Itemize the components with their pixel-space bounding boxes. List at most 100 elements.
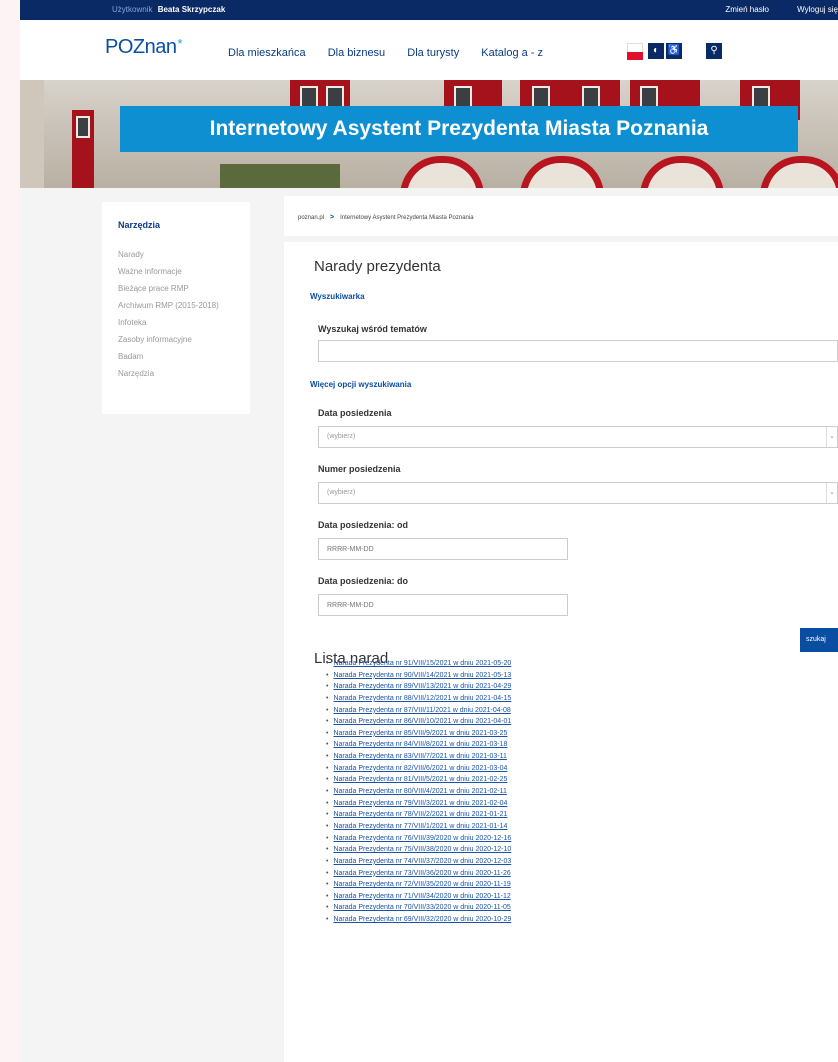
user-label: Użytkownik — [112, 5, 153, 14]
contrast-icon[interactable]: ◐ — [648, 43, 664, 59]
number-select[interactable]: (wybierz) ⌄ — [318, 482, 838, 504]
meeting-link[interactable]: Narada Prezydenta nr 77/VIII/1/2021 w dn… — [333, 823, 507, 830]
change-password-link[interactable]: Zmień hasło — [725, 5, 769, 14]
date-select[interactable]: (wybierz) ⌄ — [318, 426, 838, 448]
bullet: • — [326, 811, 329, 819]
sidebar-item-current-rmp[interactable]: Bieżące prace RMP — [118, 280, 219, 297]
bullet: • — [326, 892, 329, 900]
list-item: • Narada Prezydenta nr 83/VIII/7/2021 w d… — [326, 751, 511, 763]
meeting-link[interactable]: Narada Prezydenta nr 82/VIII/6/2021 w dn… — [333, 765, 507, 772]
breadcrumb-current[interactable]: Internetowy Asystent Prezydenta Miasta P… — [340, 215, 473, 221]
bullet: • — [326, 916, 329, 924]
poznan-logo[interactable]: POZnan* — [105, 36, 183, 59]
date-from-input[interactable] — [318, 538, 568, 560]
topic-search-label: Wyszukaj wśród tematów — [318, 324, 427, 334]
meeting-link[interactable]: Narada Prezydenta nr 81/VIII/5/2021 w dn… — [333, 776, 507, 783]
polish-flag-icon[interactable] — [627, 43, 643, 60]
nav-item-residents[interactable]: Dla mieszkańca — [228, 47, 306, 59]
main-content: Narady prezydenta Wyszukiwarka Wyszukaj … — [284, 242, 838, 1062]
bullet: • — [326, 764, 329, 772]
nav-item-tourists[interactable]: Dla turysty — [407, 47, 459, 59]
nav-item-business[interactable]: Dla biznesu — [328, 47, 385, 59]
bullet: • — [326, 694, 329, 702]
meeting-link[interactable]: Narada Prezydenta nr 90/VIII/14/2021 w d… — [333, 672, 511, 679]
date-from-label: Data posiedzenia: od — [318, 520, 409, 530]
chevron-down-icon: ⌄ — [826, 427, 837, 447]
search-button[interactable]: szukaj — [800, 628, 838, 652]
bullet: • — [326, 660, 329, 667]
sidebar-item-archive-rmp[interactable]: Archiwum RMP (2015-2018) — [118, 297, 219, 314]
topic-search-input[interactable] — [318, 340, 838, 362]
meeting-link[interactable]: Narada Prezydenta nr 71/VIII/34/2020 w d… — [333, 893, 510, 900]
user-info: Użytkownik Beata Skrzypczak — [112, 0, 225, 20]
meeting-link[interactable]: Narada Prezydenta nr 91/VIII/15/2021 w d… — [333, 660, 511, 667]
list-item: • Narada Prezydenta nr 78/VIII/2/2021 w d… — [326, 809, 511, 821]
list-item: • Narada Prezydenta nr 88/VIII/12/2021 w … — [326, 693, 511, 705]
bullet: • — [326, 683, 329, 691]
number-select-value: (wybierz) — [327, 489, 356, 496]
list-item: • Narada Prezydenta nr 86/VIII/10/2021 w … — [326, 716, 511, 728]
bullet: • — [326, 671, 329, 679]
list-item: • Narada Prezydenta nr 73/VIII/36/2020 w … — [326, 868, 511, 880]
list-item: • Narada Prezydenta nr 77/VIII/1/2021 w d… — [326, 821, 511, 833]
logo-star-icon: * — [177, 36, 183, 51]
list-item: • Narada Prezydenta nr 71/VIII/34/2020 w … — [326, 891, 511, 903]
meeting-link[interactable]: Narada Prezydenta nr 86/VIII/10/2021 w d… — [333, 718, 511, 725]
meeting-link[interactable]: Narada Prezydenta nr 80/VIII/4/2021 w dn… — [333, 788, 506, 795]
list-item: • Narada Prezydenta nr 84/VIII/8/2021 w d… — [326, 739, 511, 751]
page-title: Narady prezydenta — [314, 258, 441, 275]
meeting-link[interactable]: Narada Prezydenta nr 69/VIII/32/2020 w d… — [333, 916, 511, 923]
list-item: • Narada Prezydenta nr 91/VIII/15/2021 w … — [326, 658, 511, 670]
meeting-link[interactable]: Narada Prezydenta nr 87/VIII/11/2021 w d… — [333, 707, 510, 714]
account-links: Zmień hasło Wyloguj się — [699, 0, 838, 20]
meeting-link[interactable]: Narada Prezydenta nr 89/VIII/13/2021 w d… — [333, 683, 511, 690]
search-section-link[interactable]: Wyszukiwarka — [310, 292, 365, 301]
number-select-label: Numer posiedzenia — [318, 464, 401, 474]
bullet: • — [326, 869, 329, 877]
meeting-link[interactable]: Narada Prezydenta nr 73/VIII/36/2020 w d… — [333, 870, 510, 877]
list-item: • Narada Prezydenta nr 80/VIII/4/2021 w d… — [326, 786, 511, 798]
meeting-link[interactable]: Narada Prezydenta nr 85/VIII/9/2021 w dn… — [333, 730, 507, 737]
sidebar-item-tools[interactable]: Narzędzia — [118, 365, 219, 382]
site-header: POZnan* Dla mieszkańca Dla biznesu Dla t… — [20, 20, 838, 80]
meeting-link[interactable]: Narada Prezydenta nr 76/VIII/39/2020 w d… — [333, 835, 511, 842]
meeting-link[interactable]: Narada Prezydenta nr 79/VIII/3/2021 w dn… — [333, 800, 507, 807]
meeting-link[interactable]: Narada Prezydenta nr 88/VIII/12/2021 w d… — [333, 695, 511, 702]
more-options-link[interactable]: Więcej opcji wyszukiwania — [310, 380, 411, 389]
accessibility-icon[interactable]: ♿ — [666, 43, 682, 59]
meeting-link[interactable]: Narada Prezydenta nr 75/VIII/38/2020 w d… — [333, 846, 511, 853]
meeting-link[interactable]: Narada Prezydenta nr 78/VIII/2/2021 w dn… — [333, 811, 507, 818]
sidebar-item-important-info[interactable]: Ważne informacje — [118, 263, 219, 280]
nav-item-catalog[interactable]: Katalog a - z — [481, 47, 543, 59]
sidebar-item-resources[interactable]: Zasoby informacyjne — [118, 331, 219, 348]
logo-text: POZnan — [105, 36, 177, 58]
list-item: • Narada Prezydenta nr 75/VIII/38/2020 w … — [326, 844, 511, 856]
list-item: • Narada Prezydenta nr 72/VIII/35/2020 w … — [326, 879, 511, 891]
bullet: • — [326, 788, 329, 796]
date-to-input[interactable] — [318, 594, 568, 616]
bullet: • — [326, 822, 329, 830]
bullet: • — [326, 834, 329, 842]
bullet: • — [326, 881, 329, 889]
list-item: • Narada Prezydenta nr 70/VIII/33/2020 w … — [326, 902, 511, 914]
meeting-link[interactable]: Narada Prezydenta nr 70/VIII/33/2020 w d… — [333, 904, 510, 911]
meeting-link[interactable]: Narada Prezydenta nr 83/VIII/7/2021 w dn… — [333, 753, 506, 760]
main-nav: Dla mieszkańca Dla biznesu Dla turysty K… — [228, 47, 562, 59]
list-item: • Narada Prezydenta nr 81/VIII/5/2021 w d… — [326, 774, 511, 786]
bullet: • — [326, 706, 329, 714]
sidebar-item-infoteka[interactable]: Infoteka — [118, 314, 219, 331]
sidebar-item-badam[interactable]: Badam — [118, 348, 219, 365]
meeting-link[interactable]: Narada Prezydenta nr 74/VIII/37/2020 w d… — [333, 858, 511, 865]
breadcrumb-separator-icon: > — [330, 214, 335, 221]
bullet: • — [326, 799, 329, 807]
sidebar-item-narady[interactable]: Narady — [118, 246, 219, 263]
sidebar: Narzędzia Narady Ważne informacje Bieżąc… — [102, 202, 250, 414]
breadcrumb-home[interactable]: poznan.pl — [298, 215, 324, 221]
search-icon[interactable]: ⚲ — [706, 43, 722, 59]
meetings-list: • Narada Prezydenta nr 91/VIII/15/2021 w … — [326, 658, 511, 926]
user-name: Beata Skrzypczak — [157, 5, 226, 14]
meeting-link[interactable]: Narada Prezydenta nr 84/VIII/8/2021 w dn… — [333, 741, 507, 748]
meeting-link[interactable]: Narada Prezydenta nr 72/VIII/35/2020 w d… — [333, 881, 510, 888]
logout-link[interactable]: Wyloguj się — [797, 5, 838, 14]
bullet: • — [326, 776, 329, 784]
